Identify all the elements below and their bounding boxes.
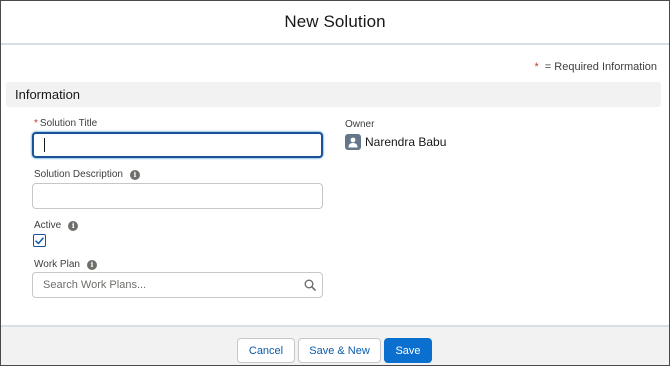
modal-window: New Solution * = Required Information Inf… <box>0 0 670 366</box>
solution-description-label: Solution Description i <box>34 169 140 180</box>
section-title: Information <box>15 87 81 102</box>
search-icon[interactable] <box>304 279 316 291</box>
work-plan-label-text: Work Plan <box>34 259 80 270</box>
solution-description-label-text: Solution Description <box>34 169 123 180</box>
user-silhouette-icon <box>348 137 358 148</box>
info-icon[interactable]: i <box>86 259 97 270</box>
solution-title-input[interactable] <box>32 132 323 158</box>
required-legend: * = Required Information <box>535 61 657 73</box>
owner-name-link[interactable]: Narendra Babu <box>365 135 446 149</box>
active-checkbox[interactable] <box>33 234 46 247</box>
required-legend-text: = Required Information <box>544 61 657 73</box>
section-header-information[interactable]: Information <box>6 82 661 107</box>
info-icon[interactable]: i <box>68 220 79 231</box>
text-caret <box>44 138 45 152</box>
owner-label: Owner <box>345 119 375 130</box>
required-star: * <box>534 61 539 73</box>
solution-description-input[interactable] <box>32 183 323 209</box>
active-label: Active i <box>34 220 79 231</box>
work-plan-lookup-input[interactable]: Search Work Plans... <box>32 272 323 298</box>
work-plan-placeholder: Search Work Plans... <box>43 279 147 291</box>
required-star: * <box>34 118 38 129</box>
check-icon <box>35 236 44 244</box>
cancel-button[interactable]: Cancel <box>237 338 295 363</box>
solution-title-label: * Solution Title <box>34 118 97 129</box>
user-avatar-icon <box>345 134 361 150</box>
active-label-text: Active <box>34 220 62 231</box>
save-button[interactable]: Save <box>384 338 432 363</box>
info-icon[interactable]: i <box>129 169 140 180</box>
work-plan-label: Work Plan i <box>34 259 97 270</box>
modal-footer: Cancel Save & New Save <box>1 325 669 365</box>
modal-header: New Solution <box>1 1 669 45</box>
save-and-new-button[interactable]: Save & New <box>298 338 381 363</box>
modal-title: New Solution <box>284 12 386 31</box>
solution-title-label-text: Solution Title <box>39 118 98 129</box>
